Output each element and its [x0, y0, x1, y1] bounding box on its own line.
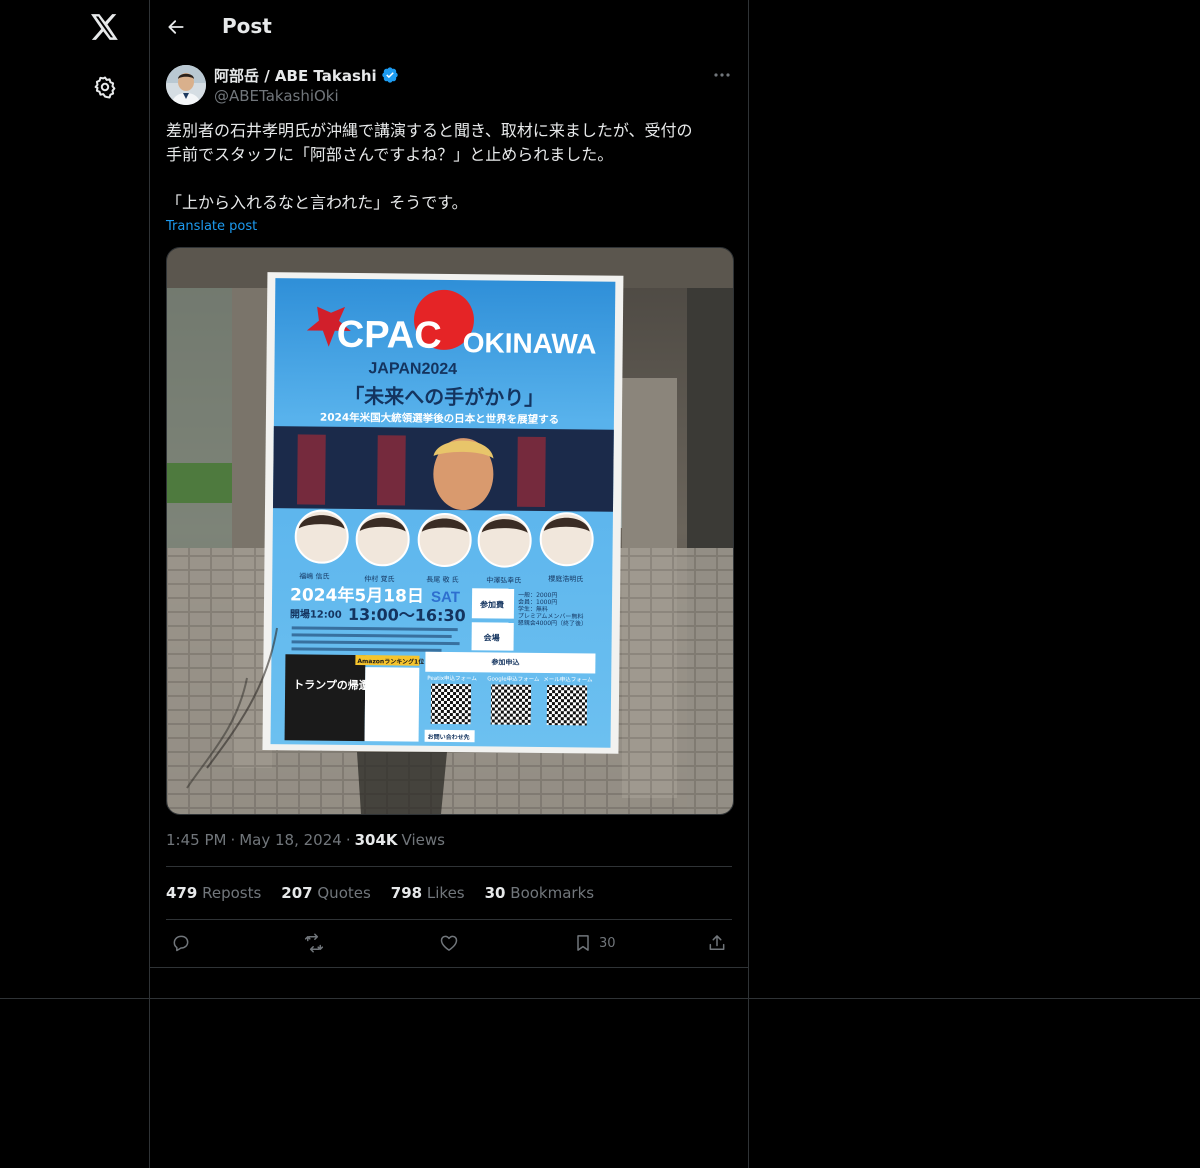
meta-separator: · [230, 831, 236, 849]
bookmark-button[interactable]: 30 [573, 931, 616, 955]
tweet-photo[interactable]: CPAC OKINAWA JAPAN2024 「未来への手がかり」 2024年米… [166, 247, 734, 815]
divider [150, 967, 748, 968]
author-name[interactable]: 阿部岳 / ABE Takashi [214, 65, 377, 86]
poster-sub: JAPAN2024 [368, 360, 457, 378]
repost-icon[interactable] [303, 931, 325, 955]
avatar[interactable] [166, 65, 206, 105]
meta-separator: · [345, 831, 351, 849]
bookmark-count: 30 [599, 935, 616, 951]
gear-icon[interactable] [89, 71, 121, 103]
apply-label: 参加申込 [491, 657, 519, 666]
stat-quotes[interactable]: 207 Quotes [281, 884, 371, 902]
author-handle[interactable]: @ABETakashiOki [214, 87, 339, 105]
bookmark-icon [573, 933, 593, 953]
verified-badge-icon [381, 66, 399, 84]
contact-label: お問い合わせ先 [428, 733, 470, 741]
post-date[interactable]: May 18, 2024 [239, 831, 342, 849]
tweet-line: 差別者の石井孝明氏が沖縄で講演すると聞き、取材に来ましたが、受付の [166, 121, 693, 140]
divider [0, 998, 1200, 999]
divider [166, 919, 732, 920]
speaker-3: 長尾 敬 氏 [426, 575, 459, 584]
like-icon[interactable] [439, 931, 459, 955]
share-icon[interactable] [707, 931, 727, 955]
poster-subtitle: 2024年米国大統領選挙後の日本と世界を展望する [320, 411, 559, 427]
amazon-badge: Amazonランキング1位 [357, 657, 424, 666]
book-title: トランプの帰還 [293, 677, 371, 692]
post-column: Post 阿部岳 / ABE Takashi @ABETakashiOki 差別… [150, 0, 749, 1168]
stat-reposts[interactable]: 479 Reposts [166, 884, 261, 902]
x-logo-icon[interactable] [89, 11, 121, 43]
poster-date: 2024年5月18日 [290, 584, 424, 606]
poster-region: OKINAWA [463, 327, 597, 359]
tweet-text: 差別者の石井孝明氏が沖縄で講演すると聞き、取材に来ましたが、受付の 手前でスタッ… [166, 119, 736, 215]
poster-day: SAT [431, 589, 460, 606]
poster-time: 13:00〜16:30 [348, 605, 466, 625]
poster-theme: 「未来への手がかり」 [344, 384, 544, 410]
translate-link[interactable]: Translate post [166, 219, 257, 234]
fee-5: 懇親会4000円（終了後） [518, 619, 587, 628]
speaker-5: 櫻庭浩明氏 [548, 574, 583, 583]
poster-open: 開場12:00 [290, 607, 342, 621]
page-title: Post [222, 14, 272, 38]
engagement-stats: 479 Reposts 207 Quotes 798 Likes 30 Book… [166, 884, 594, 902]
left-rail [0, 0, 150, 1168]
back-arrow-icon[interactable] [163, 14, 189, 40]
stat-likes[interactable]: 798 Likes [391, 884, 465, 902]
speaker-1: 福嶋 信氏 [299, 571, 329, 580]
divider [166, 866, 732, 867]
post-header: Post [150, 0, 748, 53]
more-icon[interactable] [710, 65, 734, 85]
views-count: 304K [354, 831, 398, 849]
tweet-line: 手前でスタッフに「阿部さんですよね？」と止められました。 [166, 145, 614, 164]
speaker-4: 中澤弘幸氏 [486, 575, 521, 584]
stat-bookmarks[interactable]: 30 Bookmarks [485, 884, 594, 902]
tweet-line: 「上から入れるなと言われた」そうです。 [166, 193, 468, 212]
post-time[interactable]: 1:45 PM [166, 831, 226, 849]
action-bar: 30 [166, 931, 732, 955]
author-name-row[interactable]: 阿部岳 / ABE Takashi [214, 65, 399, 85]
page: Post 阿部岳 / ABE Takashi @ABETakashiOki 差別… [0, 0, 1200, 1168]
views-label: Views [401, 831, 445, 849]
post-meta: 1:45 PM · May 18, 2024 · 304K Views [166, 831, 445, 849]
venue-label: 会場 [484, 632, 500, 642]
poster-brand: CPAC [337, 314, 442, 357]
speaker-2: 仲村 覚氏 [364, 574, 394, 583]
fee-label: 参加費 [479, 599, 504, 609]
reply-icon[interactable] [171, 931, 191, 955]
